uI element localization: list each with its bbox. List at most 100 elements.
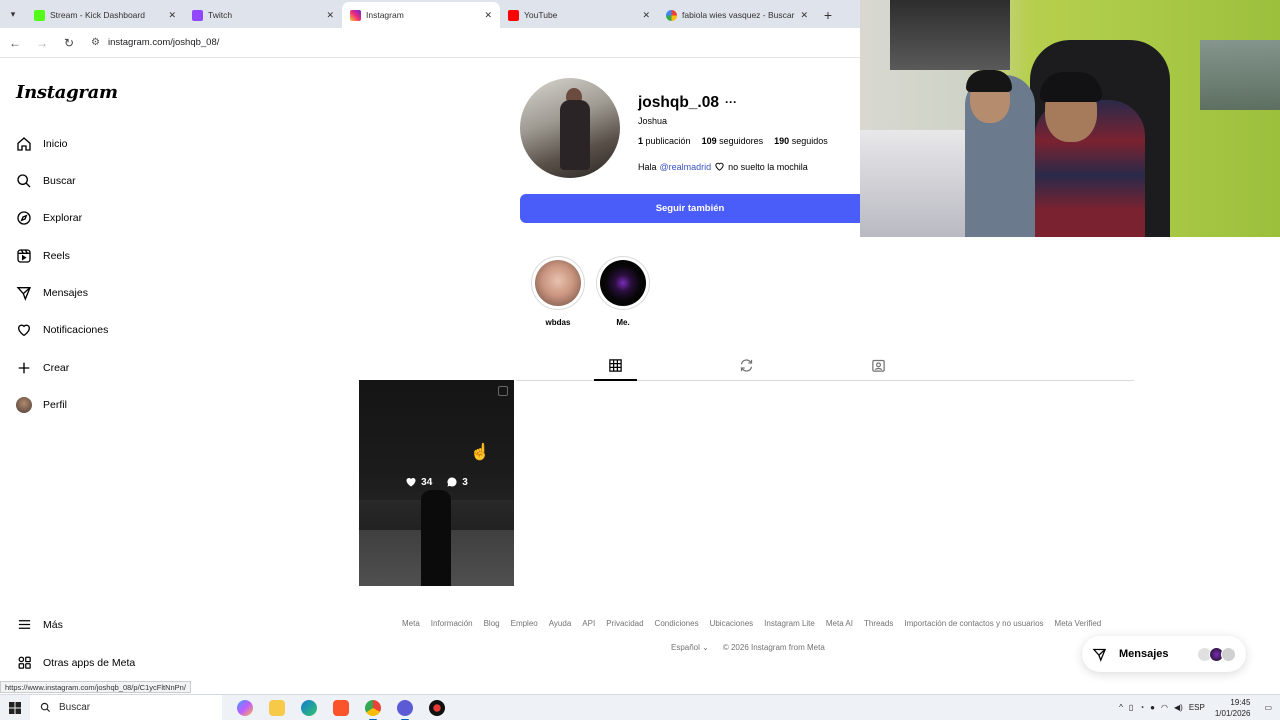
sidebar-item-mas[interactable]: Más [16, 617, 63, 632]
tab-search-icon[interactable]: ▾ [0, 0, 26, 28]
tab-kick[interactable]: Stream - Kick Dashboard ✕ [26, 2, 184, 28]
bio-suffix: no suelto la mochila [728, 161, 808, 172]
posts-grid-icon[interactable] [606, 356, 624, 374]
reposts-icon[interactable] [737, 356, 755, 374]
sidebar-item-buscar[interactable]: Buscar [16, 173, 76, 189]
bio-mention-link[interactable]: @realmadrid [660, 162, 712, 172]
windows-start-icon[interactable] [0, 695, 30, 720]
site-settings-icon[interactable]: ⚙ [91, 37, 100, 48]
volume-icon[interactable]: ◀) [1174, 703, 1183, 712]
footer-link[interactable]: Instagram Lite [764, 619, 815, 628]
post-type-icon [498, 386, 508, 396]
profile-avatar[interactable] [520, 78, 620, 178]
taskbar-search-label: Buscar [59, 702, 91, 713]
likes-stat: 34 [405, 476, 432, 488]
url-text: instagram.com/joshqb_08/ [107, 37, 220, 48]
plus-icon [16, 360, 32, 376]
notifications-icon[interactable]: ▭ [1264, 703, 1272, 712]
new-tab-plus-icon[interactable]: + [816, 2, 840, 28]
hand-cursor-icon: ☝ [470, 444, 490, 461]
reload-icon[interactable]: ↻ [57, 31, 81, 55]
back-arrow-icon[interactable]: ← [3, 31, 27, 55]
active-tab-indicator [594, 379, 637, 381]
tab-google-search[interactable]: fabiola wies vasquez - Buscar c ✕ [658, 2, 816, 28]
wifi-icon[interactable]: ◠ [1161, 703, 1168, 712]
sidebar-item-reels[interactable]: Reels [16, 248, 70, 264]
avatar-icon [16, 397, 32, 413]
edge-icon[interactable] [298, 697, 320, 719]
close-tab-icon[interactable]: ✕ [800, 10, 808, 21]
browser-tab-bar: ▾ Stream - Kick Dashboard ✕ Twitch ✕ Ins… [0, 0, 860, 28]
footer-link[interactable]: API [582, 619, 595, 628]
url-field[interactable]: ⚙ instagram.com/joshqb_08/ [87, 31, 847, 55]
footer-link[interactable]: Ayuda [549, 619, 572, 628]
close-tab-icon[interactable]: ✕ [642, 10, 650, 21]
webcam-overlay [860, 0, 1280, 237]
battery-icon[interactable]: ▯ [1129, 703, 1133, 712]
tab-youtube[interactable]: YouTube ✕ [500, 2, 658, 28]
following-stat[interactable]: 190 seguidos [774, 136, 828, 146]
search-icon [40, 702, 51, 713]
footer-link[interactable]: Privacidad [606, 619, 643, 628]
forward-arrow-icon[interactable]: → [30, 31, 54, 55]
highlight-me[interactable]: Me. [595, 256, 651, 327]
footer-link[interactable]: Información [431, 619, 473, 628]
messenger-icon [1092, 648, 1107, 662]
messenger-icon [16, 285, 32, 301]
footer-link[interactable]: Meta AI [826, 619, 853, 628]
footer-link[interactable]: Importación de contactos y no usuarios [904, 619, 1043, 628]
sidebar-item-mensajes[interactable]: Mensajes [16, 285, 88, 301]
heart-icon [16, 322, 32, 338]
footer-link[interactable]: Meta [402, 619, 420, 628]
microphone-icon[interactable]: ● [1150, 703, 1155, 712]
tab-twitch[interactable]: Twitch ✕ [184, 2, 342, 28]
clock[interactable]: 19:45 1/01/2026 [1215, 697, 1251, 719]
sidebar-item-perfil[interactable]: Perfil [16, 397, 67, 413]
footer-link[interactable]: Meta Verified [1055, 619, 1102, 628]
footer-link[interactable]: Empleo [511, 619, 538, 628]
close-tab-icon[interactable]: ✕ [484, 10, 492, 21]
network-icon[interactable]: ◔ [1139, 703, 1144, 712]
sidebar-item-explorar[interactable]: Explorar [16, 210, 82, 226]
footer-link[interactable]: Blog [484, 619, 500, 628]
profile-full-name: Joshua [638, 116, 668, 126]
app-icon[interactable] [426, 697, 448, 719]
taskbar-search-box[interactable]: Buscar [30, 694, 222, 720]
footer-link[interactable]: Threads [864, 619, 893, 628]
highlight-label: wbdas [545, 318, 571, 327]
heart-outline-icon [715, 162, 724, 171]
language-select[interactable]: Español ⌄ [671, 643, 709, 652]
sidebar-item-notificaciones[interactable]: Notificaciones [16, 322, 108, 338]
post-thumbnail[interactable]: 34 3 [359, 380, 514, 586]
followers-count: 109 [701, 136, 717, 146]
home-icon [16, 136, 32, 152]
highlight-wbdas[interactable]: wbdas [530, 256, 586, 327]
kick-favicon-icon [34, 9, 45, 21]
close-tab-icon[interactable]: ✕ [168, 10, 176, 21]
file-explorer-icon[interactable] [266, 697, 288, 719]
profile-bio: Hala @realmadrid no suelto la mochila [638, 161, 808, 172]
sidebar-item-meta-apps[interactable]: Otras apps de Meta [16, 655, 135, 670]
chrome-icon[interactable] [362, 697, 384, 720]
messages-pill[interactable]: Mensajes [1082, 636, 1246, 672]
bio-prefix: Hala [638, 161, 657, 172]
obs-icon[interactable] [394, 697, 416, 720]
comment-bubble-icon [447, 477, 457, 487]
footer-link[interactable]: Ubicaciones [710, 619, 754, 628]
sidebar-item-inicio[interactable]: Inicio [16, 136, 68, 152]
tagged-icon[interactable] [869, 356, 887, 374]
close-tab-icon[interactable]: ✕ [326, 10, 334, 21]
language-indicator[interactable]: ESP [1189, 703, 1205, 712]
heart-filled-icon [406, 478, 416, 487]
footer-link[interactable]: Condiciones [655, 619, 699, 628]
chevron-up-icon[interactable]: ^ [1119, 703, 1123, 712]
brave-icon[interactable] [330, 697, 352, 719]
sidebar-item-crear[interactable]: Crear [16, 360, 69, 376]
instagram-logo[interactable]: Instagram [16, 82, 118, 103]
options-dots-icon[interactable]: ··· [725, 95, 737, 109]
tab-instagram[interactable]: Instagram ✕ [342, 2, 500, 28]
sidebar-item-label: Explorar [43, 212, 83, 224]
follow-back-button[interactable]: Seguir también [520, 194, 860, 223]
copilot-icon[interactable] [234, 697, 256, 719]
followers-stat[interactable]: 109 seguidores [702, 136, 764, 146]
